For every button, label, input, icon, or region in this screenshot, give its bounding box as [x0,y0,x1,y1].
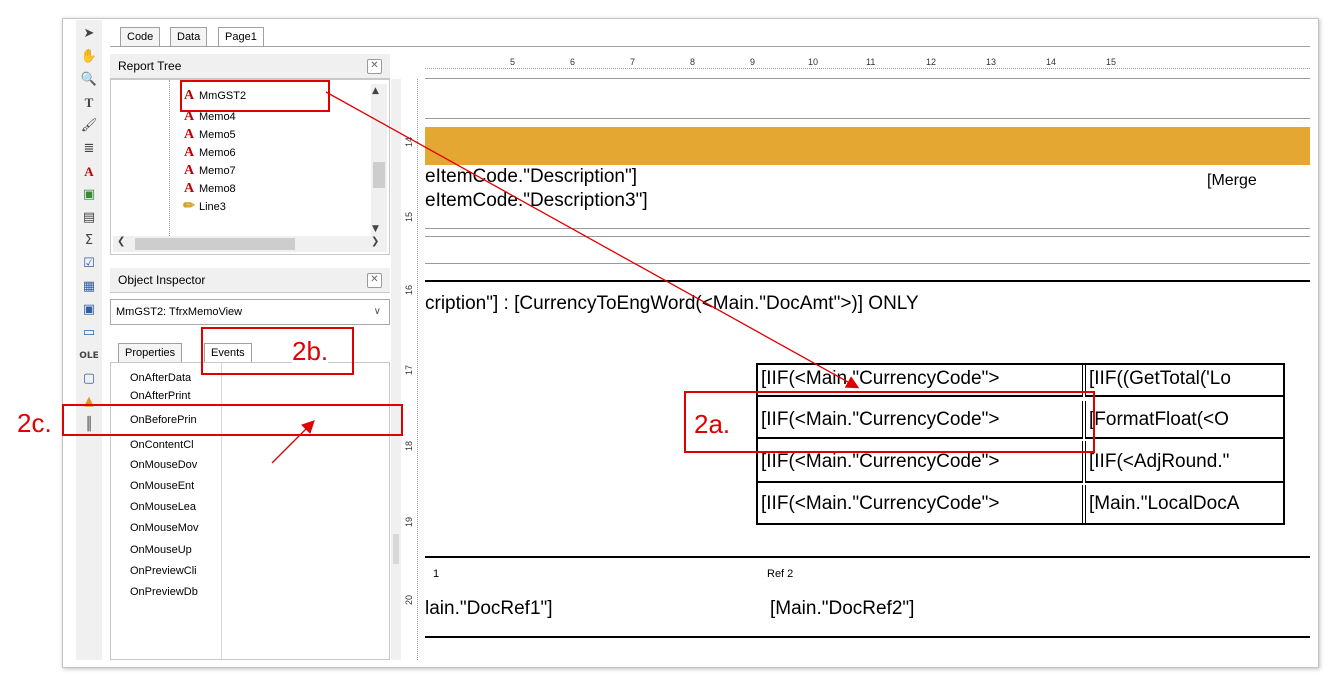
annotation-arrows [271,91,860,464]
arrow-to-memo [325,91,860,389]
arrow-to-event [271,420,315,464]
